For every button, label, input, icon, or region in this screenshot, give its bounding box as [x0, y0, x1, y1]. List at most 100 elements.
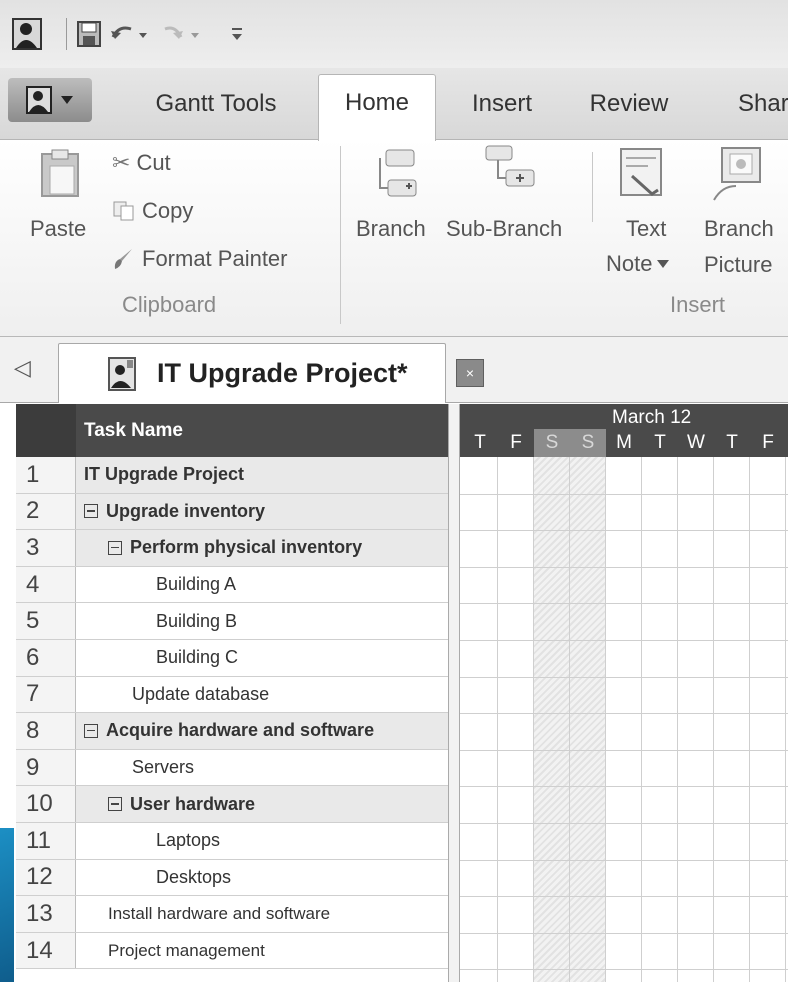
- grid-line: [460, 823, 788, 824]
- app-icon[interactable]: [10, 18, 44, 50]
- brush-icon: [114, 249, 132, 269]
- grid-line: [460, 932, 788, 934]
- toolbar-separator: [66, 18, 67, 50]
- task-name: IT Upgrade Project: [76, 457, 448, 493]
- task-name: Building B: [156, 610, 238, 631]
- format-painter-button[interactable]: Format Painter: [112, 246, 288, 272]
- collapse-icon[interactable]: [108, 797, 122, 812]
- copy-button[interactable]: Copy: [112, 198, 193, 224]
- task-name: Building A: [156, 574, 237, 595]
- grid-line: [460, 530, 788, 532]
- day-label: F: [510, 432, 522, 453]
- table-row[interactable]: 4 Building A: [16, 566, 448, 604]
- row-number-header: [16, 404, 76, 457]
- group-separator: [592, 152, 593, 222]
- collapse-icon[interactable]: [84, 504, 98, 519]
- document-title: IT Upgrade Project*: [157, 358, 408, 388]
- chevron-down-icon: [657, 260, 670, 268]
- row-number: 2: [16, 493, 76, 530]
- application-menu-button[interactable]: [8, 78, 92, 122]
- branch-picture-button[interactable]: Picture: [704, 252, 772, 276]
- grid-line: [460, 749, 788, 751]
- branch-icon: [372, 146, 422, 205]
- document-tab[interactable]: IT Upgrade Project*: [58, 343, 446, 403]
- row-number: 12: [16, 859, 76, 896]
- scissors-icon: ✂: [112, 150, 131, 175]
- table-row[interactable]: 10 User hardware: [16, 786, 448, 823]
- row-number: 13: [16, 896, 76, 932]
- branch-picture-icon: [712, 146, 766, 207]
- document-tab-strip: ◁ IT Upgrade Project* ×: [0, 337, 788, 403]
- table-row[interactable]: 7 Update database: [16, 676, 448, 714]
- table-row[interactable]: 13 Install hardware and software: [16, 896, 448, 933]
- row-number: 11: [16, 823, 76, 859]
- table-row[interactable]: 9 Servers: [16, 749, 448, 787]
- save-icon[interactable]: [76, 18, 102, 50]
- clipboard-group-label: Clipboard: [122, 292, 217, 317]
- app-menu-icon: [26, 86, 52, 114]
- task-name: Building C: [156, 647, 239, 668]
- branch-button[interactable]: Branch: [356, 216, 426, 242]
- paste-button[interactable]: Paste: [30, 216, 86, 242]
- row-number: 14: [16, 932, 76, 969]
- day-column: [606, 457, 642, 982]
- day-label: T: [474, 432, 486, 453]
- pane-splitter[interactable]: [448, 404, 460, 982]
- row-number: 9: [16, 749, 76, 786]
- table-row[interactable]: 8 Acquire hardware and software: [16, 713, 448, 750]
- task-name: Update database: [132, 683, 270, 704]
- weekend-column: [570, 457, 606, 982]
- sub-branch-button[interactable]: Sub-Branch: [446, 216, 562, 242]
- table-row[interactable]: 3 Perform physical inventory: [16, 530, 448, 567]
- table-row[interactable]: 5 Building B: [16, 603, 448, 640]
- day-column: [678, 457, 714, 982]
- table-row[interactable]: 14 Project management: [16, 932, 448, 970]
- gantt-timeline: March 12 T F S S M T W T F: [460, 404, 788, 982]
- text-note-label[interactable]: Text: [626, 216, 666, 242]
- table-row[interactable]: 11 Laptops: [16, 823, 448, 860]
- row-number: 1: [16, 457, 76, 493]
- row-number: 10: [16, 786, 76, 822]
- grid-line: [460, 603, 788, 605]
- day-label: W: [687, 432, 705, 453]
- cut-button[interactable]: ✂ Cut: [112, 150, 171, 176]
- table-row[interactable]: 1 IT Upgrade Project: [16, 457, 448, 494]
- day-column: [462, 457, 498, 982]
- task-name: Upgrade inventory: [106, 500, 266, 521]
- redo-icon[interactable]: [158, 18, 206, 50]
- tab-home[interactable]: Home: [318, 74, 436, 141]
- row-number: 8: [16, 713, 76, 749]
- tab-insert[interactable]: Insert: [450, 82, 554, 126]
- day-label: F: [762, 432, 774, 453]
- task-name: Servers: [132, 757, 195, 778]
- task-name-header[interactable]: Task Name: [76, 404, 448, 457]
- branch-picture-label[interactable]: Branch: [704, 216, 774, 242]
- grid-line: [460, 676, 788, 678]
- chevron-down-icon: [61, 96, 73, 104]
- collapse-icon[interactable]: [108, 540, 122, 555]
- close-document-button[interactable]: ×: [456, 359, 484, 387]
- day-column: [714, 457, 750, 982]
- grid-line: [460, 713, 788, 715]
- row-number: 3: [16, 530, 76, 566]
- tab-gantt-tools[interactable]: Gantt Tools: [128, 82, 304, 126]
- month-label: March 12: [612, 407, 692, 428]
- task-name: User hardware: [130, 793, 256, 814]
- row-number: 4: [16, 566, 76, 603]
- tab-share[interactable]: Share: [708, 82, 788, 126]
- scroll-left-icon[interactable]: ◁: [14, 355, 31, 381]
- row-number: 6: [16, 640, 76, 676]
- map-document-icon: [105, 356, 139, 397]
- undo-icon[interactable]: [108, 18, 154, 50]
- day-label: S: [570, 429, 606, 457]
- day-label: S: [534, 429, 570, 457]
- table-row[interactable]: 6 Building C: [16, 640, 448, 677]
- table-row[interactable]: 2 Upgrade inventory: [16, 493, 448, 531]
- customize-icon[interactable]: [226, 18, 248, 50]
- tab-review[interactable]: Review: [574, 82, 684, 126]
- collapse-icon[interactable]: [84, 723, 98, 738]
- insert-group-label: Insert: [670, 292, 726, 317]
- table-row[interactable]: 12 Desktops: [16, 859, 448, 897]
- grid-line: [460, 640, 788, 641]
- text-note-button[interactable]: Note: [606, 252, 670, 276]
